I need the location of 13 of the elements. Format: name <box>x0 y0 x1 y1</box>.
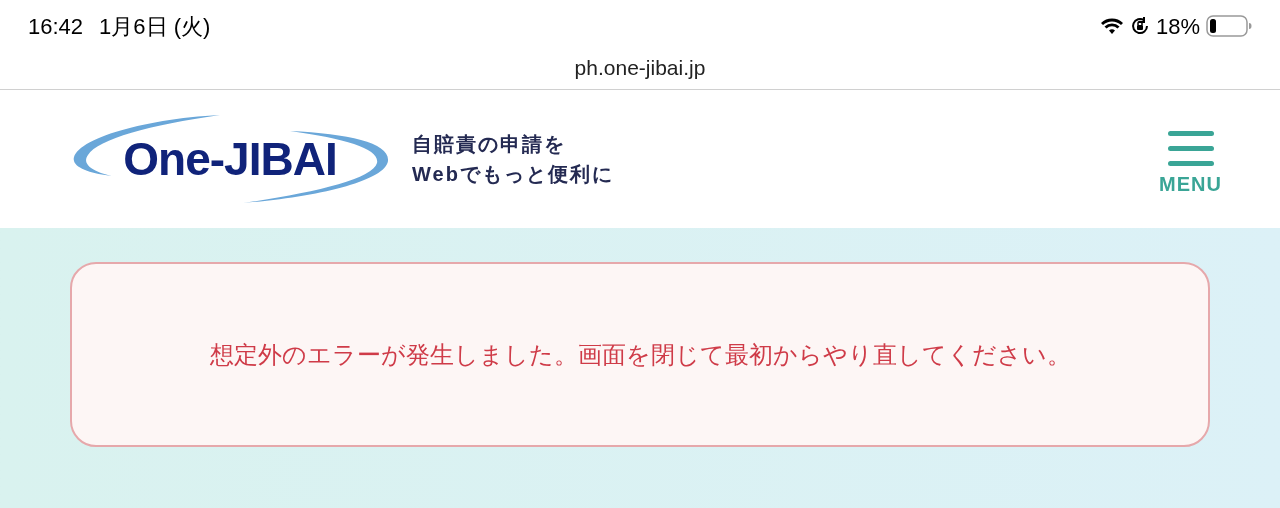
logo-text: One-JIBAI <box>123 136 337 182</box>
logo[interactable]: One-JIBAI <box>70 113 390 205</box>
battery-percent: 18% <box>1155 12 1200 41</box>
tagline-text: 自賠責の申請を <box>412 132 567 157</box>
tagline-text: Webでもっと便利に <box>412 162 614 187</box>
battery-icon <box>1206 15 1252 37</box>
status-date: 1月6日 (火) <box>99 12 211 41</box>
wifi-icon <box>1099 17 1124 35</box>
error-message: 想定外のエラーが発生しました。画面を閉じて最初からやり直してください。 <box>209 339 1071 370</box>
menu-icon <box>1167 129 1214 169</box>
url-text[interactable]: ph.one-jibai.jp <box>574 52 706 84</box>
rotation-lock-icon <box>1129 16 1150 36</box>
status-time: 16:42 <box>28 12 84 41</box>
